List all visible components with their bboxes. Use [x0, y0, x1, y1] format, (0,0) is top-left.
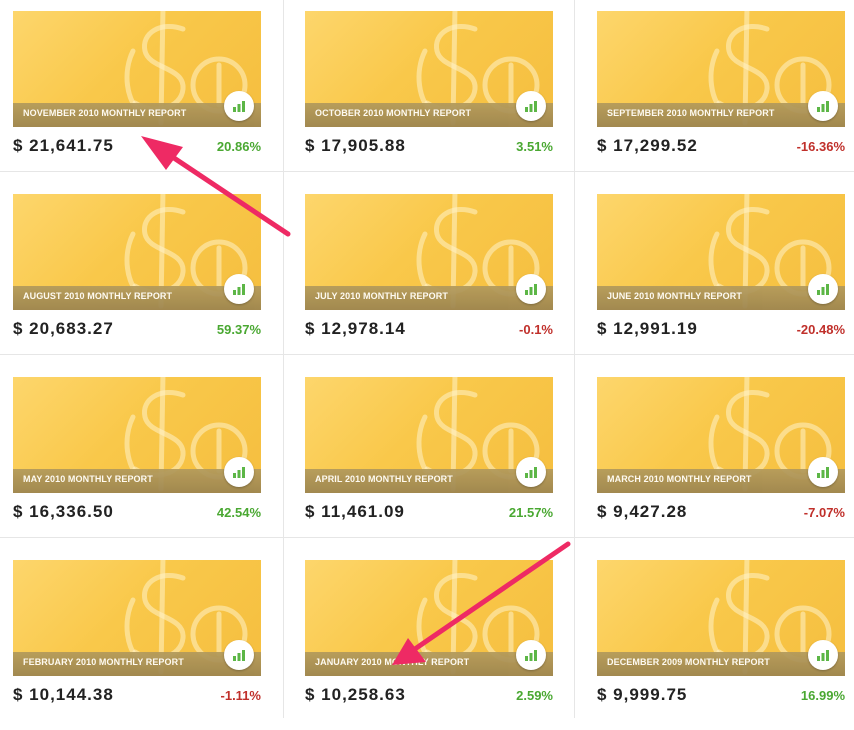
report-change-percent: 20.86% — [216, 139, 261, 154]
report-change-percent: -7.07% — [803, 505, 845, 520]
view-chart-button[interactable] — [224, 457, 254, 487]
report-amount: $ 12,991.19 — [597, 319, 698, 338]
view-chart-button[interactable] — [224, 274, 254, 304]
report-card[interactable]: MAY 2010 MONTHLY REPORT $ 16,336.50 42.54% — [13, 377, 261, 547]
report-change-percent: -1.11% — [220, 688, 261, 703]
view-chart-button[interactable] — [808, 91, 838, 121]
report-change-percent: 3.51% — [516, 139, 553, 154]
view-chart-button[interactable] — [516, 274, 546, 304]
report-thumbnail[interactable]: MARCH 2010 MONTHLY REPORT — [597, 377, 845, 493]
report-title: AUGUST 2010 MONTHLY REPORT — [23, 291, 173, 301]
column-divider — [283, 0, 284, 718]
report-card[interactable]: MARCH 2010 MONTHLY REPORT $ 9,427.28 -7.07… — [597, 377, 845, 547]
report-title: OCTOBER 2010 MONTHLY REPORT — [315, 108, 472, 118]
report-title: DECEMBER 2009 MONTHLY REPORT — [607, 657, 770, 667]
report-amount: $ 12,978.14 — [305, 319, 406, 338]
report-card[interactable]: AUGUST 2010 MONTHLY REPORT $ 20,683.27 59.… — [13, 194, 261, 364]
view-chart-button[interactable] — [516, 457, 546, 487]
report-amount: $ 9,999.75 — [597, 685, 688, 704]
report-title: APRIL 2010 MONTHLY REPORT — [315, 474, 453, 484]
report-card[interactable]: SEPTEMBER 2010 MONTHLY REPORT $ 17,299.52… — [597, 11, 845, 181]
report-amount: $ 17,299.52 — [597, 136, 698, 155]
view-chart-button[interactable] — [224, 91, 254, 121]
report-change-percent: -20.48% — [796, 322, 845, 337]
report-thumbnail[interactable]: JULY 2010 MONTHLY REPORT — [305, 194, 553, 310]
view-chart-button[interactable] — [516, 91, 546, 121]
report-card[interactable]: JANUARY 2010 MONTHLY REPORT $ 10,258.63 2.… — [305, 560, 553, 730]
report-card[interactable]: DECEMBER 2009 MONTHLY REPORT $ 9,999.75 16… — [597, 560, 845, 730]
column-divider — [574, 0, 575, 718]
report-title: MARCH 2010 MONTHLY REPORT — [607, 474, 752, 484]
report-card[interactable]: JUNE 2010 MONTHLY REPORT $ 12,991.19 -20.4… — [597, 194, 845, 364]
report-change-percent: 42.54% — [216, 505, 261, 520]
report-card[interactable]: JULY 2010 MONTHLY REPORT $ 12,978.14 -0.1% — [305, 194, 553, 364]
report-thumbnail[interactable]: FEBRUARY 2010 MONTHLY REPORT — [13, 560, 261, 676]
report-title: JUNE 2010 MONTHLY REPORT — [607, 291, 742, 301]
report-title: SEPTEMBER 2010 MONTHLY REPORT — [607, 108, 775, 118]
view-chart-button[interactable] — [808, 457, 838, 487]
report-card[interactable]: OCTOBER 2010 MONTHLY REPORT $ 17,905.88 3.… — [305, 11, 553, 181]
report-thumbnail[interactable]: APRIL 2010 MONTHLY REPORT — [305, 377, 553, 493]
view-chart-button[interactable] — [224, 640, 254, 670]
report-thumbnail[interactable]: DECEMBER 2009 MONTHLY REPORT — [597, 560, 845, 676]
report-title: JANUARY 2010 MONTHLY REPORT — [315, 657, 470, 667]
report-card[interactable]: APRIL 2010 MONTHLY REPORT $ 11,461.09 21.5… — [305, 377, 553, 547]
report-card[interactable]: FEBRUARY 2010 MONTHLY REPORT $ 10,144.38 -… — [13, 560, 261, 730]
report-change-percent: -16.36% — [796, 139, 845, 154]
report-amount: $ 20,683.27 — [13, 319, 114, 338]
report-change-percent: -0.1% — [519, 322, 553, 337]
report-amount: $ 16,336.50 — [13, 502, 114, 521]
view-chart-button[interactable] — [808, 640, 838, 670]
report-amount: $ 9,427.28 — [597, 502, 688, 521]
report-title: MAY 2010 MONTHLY REPORT — [23, 474, 153, 484]
report-amount: $ 21,641.75 — [13, 136, 114, 155]
report-thumbnail[interactable]: NOVEMBER 2010 MONTHLY REPORT — [13, 11, 261, 127]
report-amount: $ 11,461.09 — [305, 502, 405, 521]
report-thumbnail[interactable]: JANUARY 2010 MONTHLY REPORT — [305, 560, 553, 676]
report-thumbnail[interactable]: MAY 2010 MONTHLY REPORT — [13, 377, 261, 493]
report-thumbnail[interactable]: AUGUST 2010 MONTHLY REPORT — [13, 194, 261, 310]
report-title: JULY 2010 MONTHLY REPORT — [315, 291, 448, 301]
report-amount: $ 17,905.88 — [305, 136, 406, 155]
report-card[interactable]: NOVEMBER 2010 MONTHLY REPORT $ 21,641.75 2… — [13, 11, 261, 181]
report-change-percent: 21.57% — [508, 505, 553, 520]
report-change-percent: 2.59% — [516, 688, 553, 703]
report-title: FEBRUARY 2010 MONTHLY REPORT — [23, 657, 184, 667]
report-thumbnail[interactable]: OCTOBER 2010 MONTHLY REPORT — [305, 11, 553, 127]
report-title: NOVEMBER 2010 MONTHLY REPORT — [23, 108, 187, 118]
view-chart-button[interactable] — [808, 274, 838, 304]
report-amount: $ 10,258.63 — [305, 685, 406, 704]
report-change-percent: 16.99% — [800, 688, 845, 703]
view-chart-button[interactable] — [516, 640, 546, 670]
report-thumbnail[interactable]: JUNE 2010 MONTHLY REPORT — [597, 194, 845, 310]
report-thumbnail[interactable]: SEPTEMBER 2010 MONTHLY REPORT — [597, 11, 845, 127]
report-change-percent: 59.37% — [216, 322, 261, 337]
report-amount: $ 10,144.38 — [13, 685, 114, 704]
